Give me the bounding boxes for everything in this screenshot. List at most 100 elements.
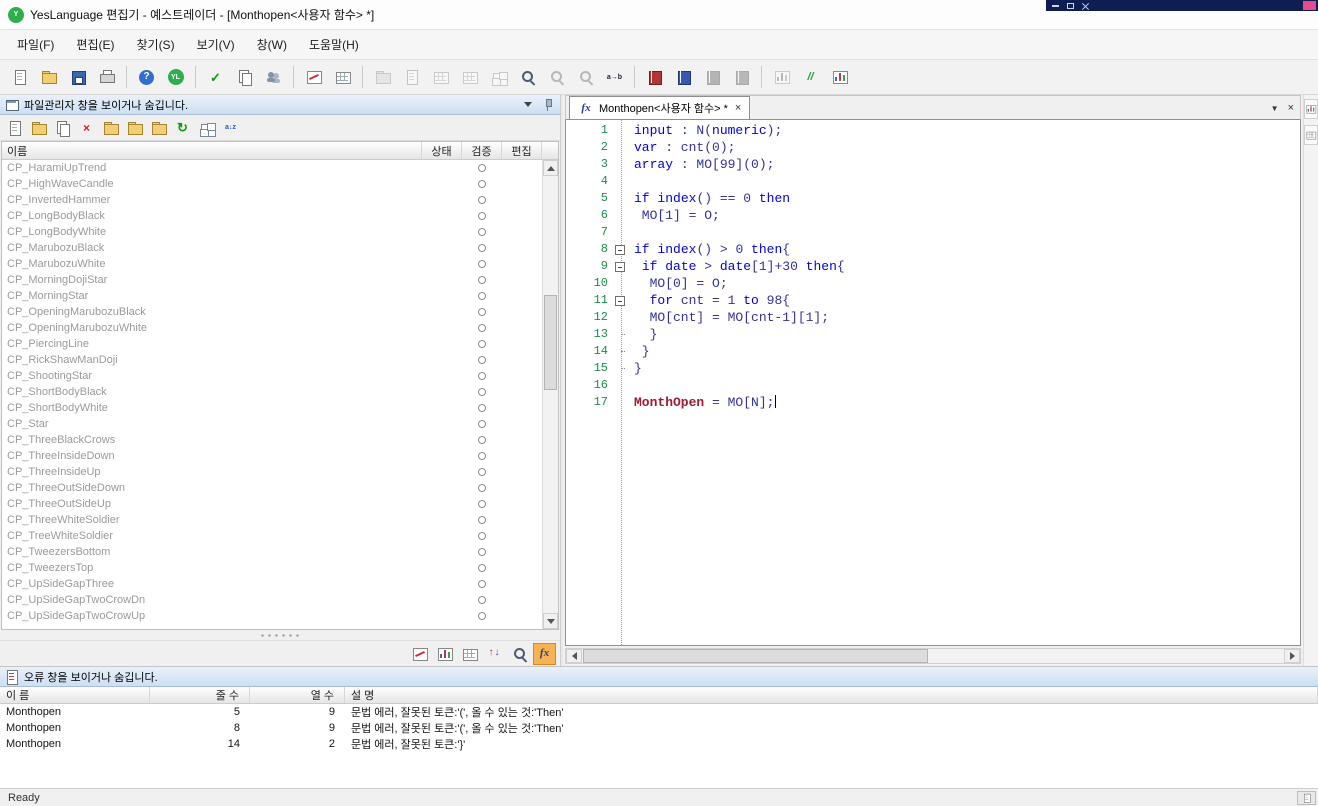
file-list-item[interactable]: CP_ThreeOutSideUp [2,496,558,512]
menu-file[interactable]: 파일(F) [6,30,65,59]
close-icon[interactable] [1082,2,1089,9]
code-editor[interactable]: 1input : N(numeric);2var : cnt(0);3array… [565,120,1301,646]
column-header-3[interactable]: 편집 [502,142,542,159]
performance-report-button[interactable] [300,64,327,91]
file-list-item[interactable]: CP_Star [2,416,558,432]
code-line[interactable]: 13 } [566,326,1300,343]
yeslanguage-info-button[interactable]: YL [162,64,189,91]
code-line[interactable]: 12 MO[cnt] = MO[cnt-1][1]; [566,309,1300,326]
fold-toggle-icon[interactable] [614,258,628,275]
formula-manual-button[interactable] [670,64,697,91]
horizontal-splitter[interactable] [0,630,560,640]
code-line[interactable]: 8if index() > 0 then{ [566,241,1300,258]
panel-pin-button[interactable] [540,97,556,113]
file-list-item[interactable]: CP_ShortBodyBlack [2,384,558,400]
new-formula-button[interactable] [3,117,26,139]
folder-strategy-button[interactable] [123,117,146,139]
help-button[interactable]: ? [133,64,160,91]
file-list-item[interactable]: CP_LongBodyWhite [2,224,558,240]
file-list-item[interactable]: CP_ThreeInsideUp [2,464,558,480]
fold-toggle-icon[interactable] [614,292,628,309]
histogram-tool-button[interactable] [826,64,853,91]
tab-monthopen[interactable]: fx Monthopen<사용자 함수> * × [569,96,750,119]
report-table-button[interactable] [329,64,356,91]
file-list-item[interactable]: CP_PiercingLine [2,336,558,352]
code-line[interactable]: 10 MO[0] = O; [566,275,1300,292]
menu-find[interactable]: 찾기(S) [125,30,185,59]
tab-bar-close-icon[interactable]: × [1288,102,1294,114]
panel-menu-button[interactable] [520,97,536,113]
verify-formula-button[interactable] [231,64,258,91]
fold-toggle-icon[interactable] [614,241,628,258]
file-list-item[interactable]: CP_InvertedHammer [2,192,558,208]
file-list-item[interactable]: CP_HaramiUpTrend [2,160,558,176]
trendline-tool-button[interactable]: // [797,64,824,91]
scrollbar-thumb[interactable] [544,295,557,390]
search-window-button[interactable] [508,643,531,665]
code-line[interactable]: 16 [566,377,1300,394]
open-formula-button[interactable] [27,117,50,139]
strategy-window-button[interactable] [433,643,456,665]
file-list-item[interactable]: CP_UpSideGapThree [2,576,558,592]
hscrollbar-thumb[interactable] [583,649,928,663]
file-list-item[interactable]: CP_ThreeOutSideDown [2,480,558,496]
file-list-item[interactable]: CP_UpSideGapTwoCrowDn [2,592,558,608]
menu-edit[interactable]: 편집(E) [65,30,125,59]
error-row[interactable]: Monthopen59문법 에러, 잘못된 토큰:'(', 올 수 있는 것:'… [0,704,1318,720]
file-list-item[interactable]: CP_ShortBodyWhite [2,400,558,416]
tab-close-icon[interactable]: × [733,102,741,114]
error-column-header-0[interactable]: 이 름 [0,687,150,703]
copy-formula-button[interactable] [51,117,74,139]
scroll-left-button[interactable] [566,649,582,663]
file-list-item[interactable]: CP_MarubozuBlack [2,240,558,256]
menu-view[interactable]: 보기(V) [186,30,246,59]
folder-indicator-button[interactable] [99,117,122,139]
sort-window-button[interactable] [483,643,506,665]
code-line[interactable]: 1input : N(numeric); [566,122,1300,139]
column-header-0[interactable]: 이름 [2,142,422,159]
replace-text-button[interactable]: a→b [601,64,628,91]
code-line[interactable]: 15} [566,360,1300,377]
search-function-button[interactable] [260,64,287,91]
folder-function-button[interactable] [147,117,170,139]
code-line[interactable]: 17MonthOpen = MO[N]; [566,394,1300,411]
function-window-button[interactable]: fx [533,643,556,665]
error-column-header-3[interactable]: 설 명 [345,687,1318,703]
code-line[interactable]: 7 [566,224,1300,241]
file-list-item[interactable]: CP_MorningStar [2,288,558,304]
column-header-2[interactable]: 검증 [462,142,502,159]
save-file-button[interactable] [64,64,91,91]
editor-hscrollbar[interactable] [565,648,1301,664]
minimize-icon[interactable] [1052,5,1059,7]
error-row[interactable]: Monthopen89문법 에러, 잘못된 토큰:'(', 올 수 있는 것:'… [0,720,1318,736]
docked-chart-tab-button[interactable] [1304,99,1318,119]
file-list-item[interactable]: CP_TweezersTop [2,560,558,576]
code-line[interactable]: 14 } [566,343,1300,360]
column-header-1[interactable]: 상태 [422,142,462,159]
code-line[interactable]: 9 if date > date[1]+30 then{ [566,258,1300,275]
error-column-header-2[interactable]: 열 수 [250,687,345,703]
code-line[interactable]: 3array : MO[99](0); [566,156,1300,173]
file-list-item[interactable]: CP_LongBodyBlack [2,208,558,224]
file-list-scrollbar[interactable] [542,160,558,629]
scroll-down-button[interactable] [543,613,558,629]
scroll-right-button[interactable] [1284,649,1300,663]
scroll-up-button[interactable] [543,160,558,176]
delete-formula-button[interactable]: × [75,117,98,139]
file-list-item[interactable]: CP_TweezersBottom [2,544,558,560]
error-row[interactable]: Monthopen142문법 에러, 잘못된 토큰:'}' [0,736,1318,752]
file-list-item[interactable]: CP_ThreeBlackCrows [2,432,558,448]
docked-list-tab-button[interactable] [1304,125,1318,145]
file-list-item[interactable]: CP_MarubozuWhite [2,256,558,272]
menu-window[interactable]: 창(W) [246,30,298,59]
error-column-header-1[interactable]: 줄 수 [150,687,250,703]
function-manual-button[interactable] [641,64,668,91]
code-line[interactable]: 6 MO[1] = O; [566,207,1300,224]
file-list-item[interactable]: CP_MorningDojiStar [2,272,558,288]
code-line[interactable]: 5if index() == 0 then [566,190,1300,207]
refresh-list-button[interactable]: ↻ [171,117,194,139]
code-line[interactable]: 11 for cnt = 1 to 98{ [566,292,1300,309]
maximize-icon[interactable] [1067,3,1074,9]
file-list-item[interactable]: CP_TreeWhiteSoldier [2,528,558,544]
file-list-item[interactable]: CP_UpSideGapTwoCrowUp [2,608,558,624]
